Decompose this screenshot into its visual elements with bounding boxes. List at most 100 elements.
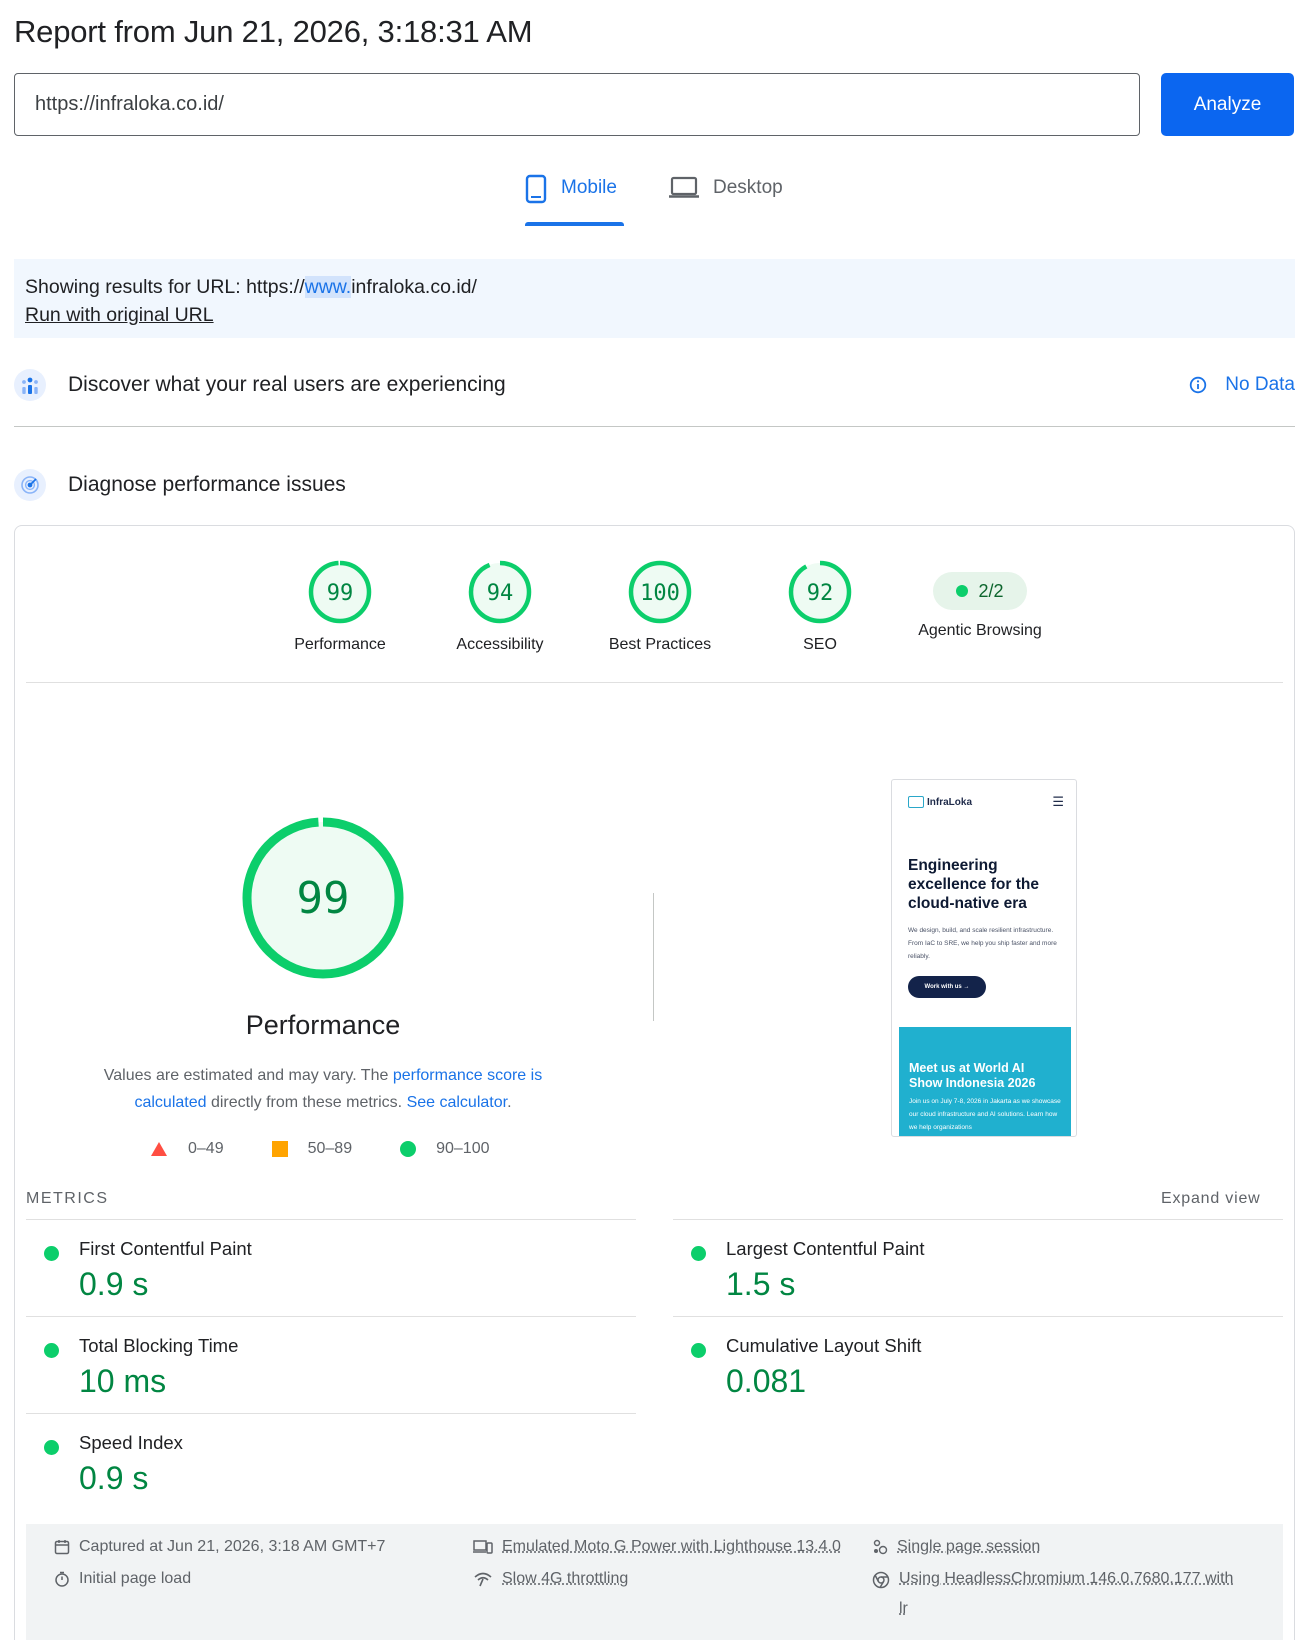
session-icon xyxy=(872,1539,888,1555)
footer-device[interactable]: Emulated Moto G Power with Lighthouse 13… xyxy=(473,1532,841,1562)
url-input[interactable] xyxy=(14,73,1140,136)
metric-value: 0.081 xyxy=(726,1363,806,1400)
footer-session[interactable]: Single page session xyxy=(872,1532,1040,1562)
gauge-performance-value: 99 xyxy=(327,581,354,606)
score-legend: 0–49 50–89 90–100 xyxy=(150,1140,489,1158)
gauge-best-practices-ring: 100 xyxy=(628,560,692,624)
run-original-url-link[interactable]: Run with original URL xyxy=(25,304,214,326)
circle-icon xyxy=(400,1141,416,1157)
pass-dot-icon xyxy=(44,1440,59,1455)
report-title: Report from Jun 21, 2026, 3:18:31 AM xyxy=(14,14,532,50)
see-calculator-link[interactable]: See calculator xyxy=(407,1094,508,1111)
hamburger-icon: ☰ xyxy=(1052,794,1064,810)
gauge-best-practices-value: 100 xyxy=(640,581,680,606)
gauge-performance[interactable]: 99 Performance xyxy=(260,560,420,654)
preview-hero-copy: We design, build, and scale resilient in… xyxy=(908,924,1064,963)
devices-icon xyxy=(473,1539,493,1555)
gauge-seo-label: SEO xyxy=(803,636,837,654)
no-data-label: No Data xyxy=(1225,374,1295,396)
crux-section-header: Discover what your real users are experi… xyxy=(14,369,1295,401)
diagnose-section-header: Diagnose performance issues xyxy=(14,469,1295,501)
category-gauges: 99 Performance 94 Accessibility 100 Best… xyxy=(260,560,1060,654)
footer-load: Initial page load xyxy=(54,1564,191,1594)
timer-icon xyxy=(54,1571,70,1587)
gauge-best-practices[interactable]: 100 Best Practices xyxy=(580,560,740,654)
tab-active-indicator xyxy=(525,222,624,226)
square-icon xyxy=(272,1141,288,1157)
metric-fcp: First Contentful Paint 0.9 s xyxy=(26,1219,636,1316)
pass-dot-icon xyxy=(44,1343,59,1358)
users-chart-icon xyxy=(14,369,46,401)
legend-average: 50–89 xyxy=(272,1140,353,1158)
gauge-agentic-browsing[interactable]: 2/2 Agentic Browsing xyxy=(900,560,1060,654)
gauge-agentic-label: Agentic Browsing xyxy=(918,622,1042,640)
radar-icon xyxy=(14,469,46,501)
metric-label: First Contentful Paint xyxy=(79,1238,252,1260)
legend-fail: 0–49 xyxy=(150,1140,224,1158)
page-screenshot-preview[interactable]: InfraLoka ☰ Engineering excellence for t… xyxy=(891,779,1077,1137)
agentic-pill: 2/2 xyxy=(933,572,1027,610)
runtime-settings: Captured at Jun 21, 2026, 3:18 AM GMT+7 … xyxy=(26,1524,1283,1640)
metric-label: Largest Contentful Paint xyxy=(726,1238,925,1260)
metric-tbt: Total Blocking Time 10 ms xyxy=(26,1316,636,1413)
gauges-divider xyxy=(26,682,1283,683)
metric-value: 10 ms xyxy=(79,1363,166,1400)
tab-mobile-label: Mobile xyxy=(561,177,617,199)
legend-pass: 90–100 xyxy=(400,1140,489,1158)
gauge-seo-value: 92 xyxy=(807,581,834,606)
performance-description: Values are estimated and may vary. The p… xyxy=(80,1062,566,1116)
preview-logo-icon xyxy=(908,796,924,808)
pass-dot-icon xyxy=(44,1246,59,1261)
tab-desktop[interactable]: Desktop xyxy=(669,174,783,230)
triangle-icon xyxy=(150,1141,168,1157)
gauge-accessibility-ring: 94 xyxy=(468,560,532,624)
performance-big-gauge: 99 xyxy=(240,815,406,981)
gauge-accessibility-value: 94 xyxy=(487,581,514,606)
url-notice: Showing results for URL: https://www.inf… xyxy=(14,259,1295,338)
diagnose-section-title: Diagnose performance issues xyxy=(68,473,346,497)
metrics-heading: METRICS xyxy=(26,1190,109,1208)
metric-lcp: Largest Contentful Paint 1.5 s xyxy=(673,1219,1283,1316)
analyze-button[interactable]: Analyze xyxy=(1161,73,1294,136)
section-divider xyxy=(14,426,1295,427)
pass-dot-icon xyxy=(691,1343,706,1358)
gauge-seo[interactable]: 92 SEO xyxy=(740,560,900,654)
tab-desktop-label: Desktop xyxy=(713,177,783,199)
preview-banner-copy: Join us on July 7-8, 2026 in Jakarta as … xyxy=(909,1095,1061,1134)
preview-navbar: InfraLoka ☰ xyxy=(908,792,1064,812)
gauge-performance-label: Performance xyxy=(294,636,386,654)
metric-cls: Cumulative Layout Shift 0.081 xyxy=(673,1316,1283,1413)
chrome-icon xyxy=(872,1571,890,1589)
metric-value: 1.5 s xyxy=(726,1266,795,1303)
gauge-seo-ring: 92 xyxy=(788,560,852,624)
agentic-value: 2/2 xyxy=(978,581,1003,602)
crux-status[interactable]: No Data xyxy=(1189,374,1295,396)
pass-dot-icon xyxy=(691,1246,706,1261)
metric-value: 0.9 s xyxy=(79,1460,148,1497)
pass-dot-icon xyxy=(956,585,968,597)
footer-browser[interactable]: Using HeadlessChromium 146.0.7680.177 wi… xyxy=(872,1564,1252,1624)
preview-cta: Work with us → xyxy=(908,976,986,998)
performance-big-score: 99 xyxy=(297,873,350,924)
crux-section-title: Discover what your real users are experi… xyxy=(68,373,506,397)
gauge-performance-ring: 99 xyxy=(308,560,372,624)
laptop-icon xyxy=(669,174,699,200)
smartphone-icon xyxy=(525,174,547,204)
url-notice-text: Showing results for URL: https://www.inf… xyxy=(25,273,1284,301)
performance-title: Performance xyxy=(200,1010,446,1041)
expand-view-toggle[interactable]: Expand view xyxy=(1161,1190,1261,1208)
footer-captured: Captured at Jun 21, 2026, 3:18 AM GMT+7 xyxy=(54,1532,385,1562)
info-icon xyxy=(1189,376,1207,394)
preview-hero-heading: Engineering excellence for the cloud-nat… xyxy=(908,856,1058,913)
signal-icon xyxy=(473,1571,493,1587)
preview-banner-title: Meet us at World AI Show Indonesia 2026 xyxy=(909,1061,1061,1091)
preview-brand: InfraLoka xyxy=(927,797,972,808)
gauge-best-practices-label: Best Practices xyxy=(609,636,711,654)
gauge-accessibility[interactable]: 94 Accessibility xyxy=(420,560,580,654)
metric-value: 0.9 s xyxy=(79,1266,148,1303)
footer-throttling[interactable]: Slow 4G throttling xyxy=(473,1564,628,1594)
gauge-screenshot-divider xyxy=(653,893,654,1021)
gauge-accessibility-label: Accessibility xyxy=(456,636,543,654)
preview-banner: Meet us at World AI Show Indonesia 2026 … xyxy=(899,1027,1071,1137)
metric-label: Cumulative Layout Shift xyxy=(726,1335,921,1357)
